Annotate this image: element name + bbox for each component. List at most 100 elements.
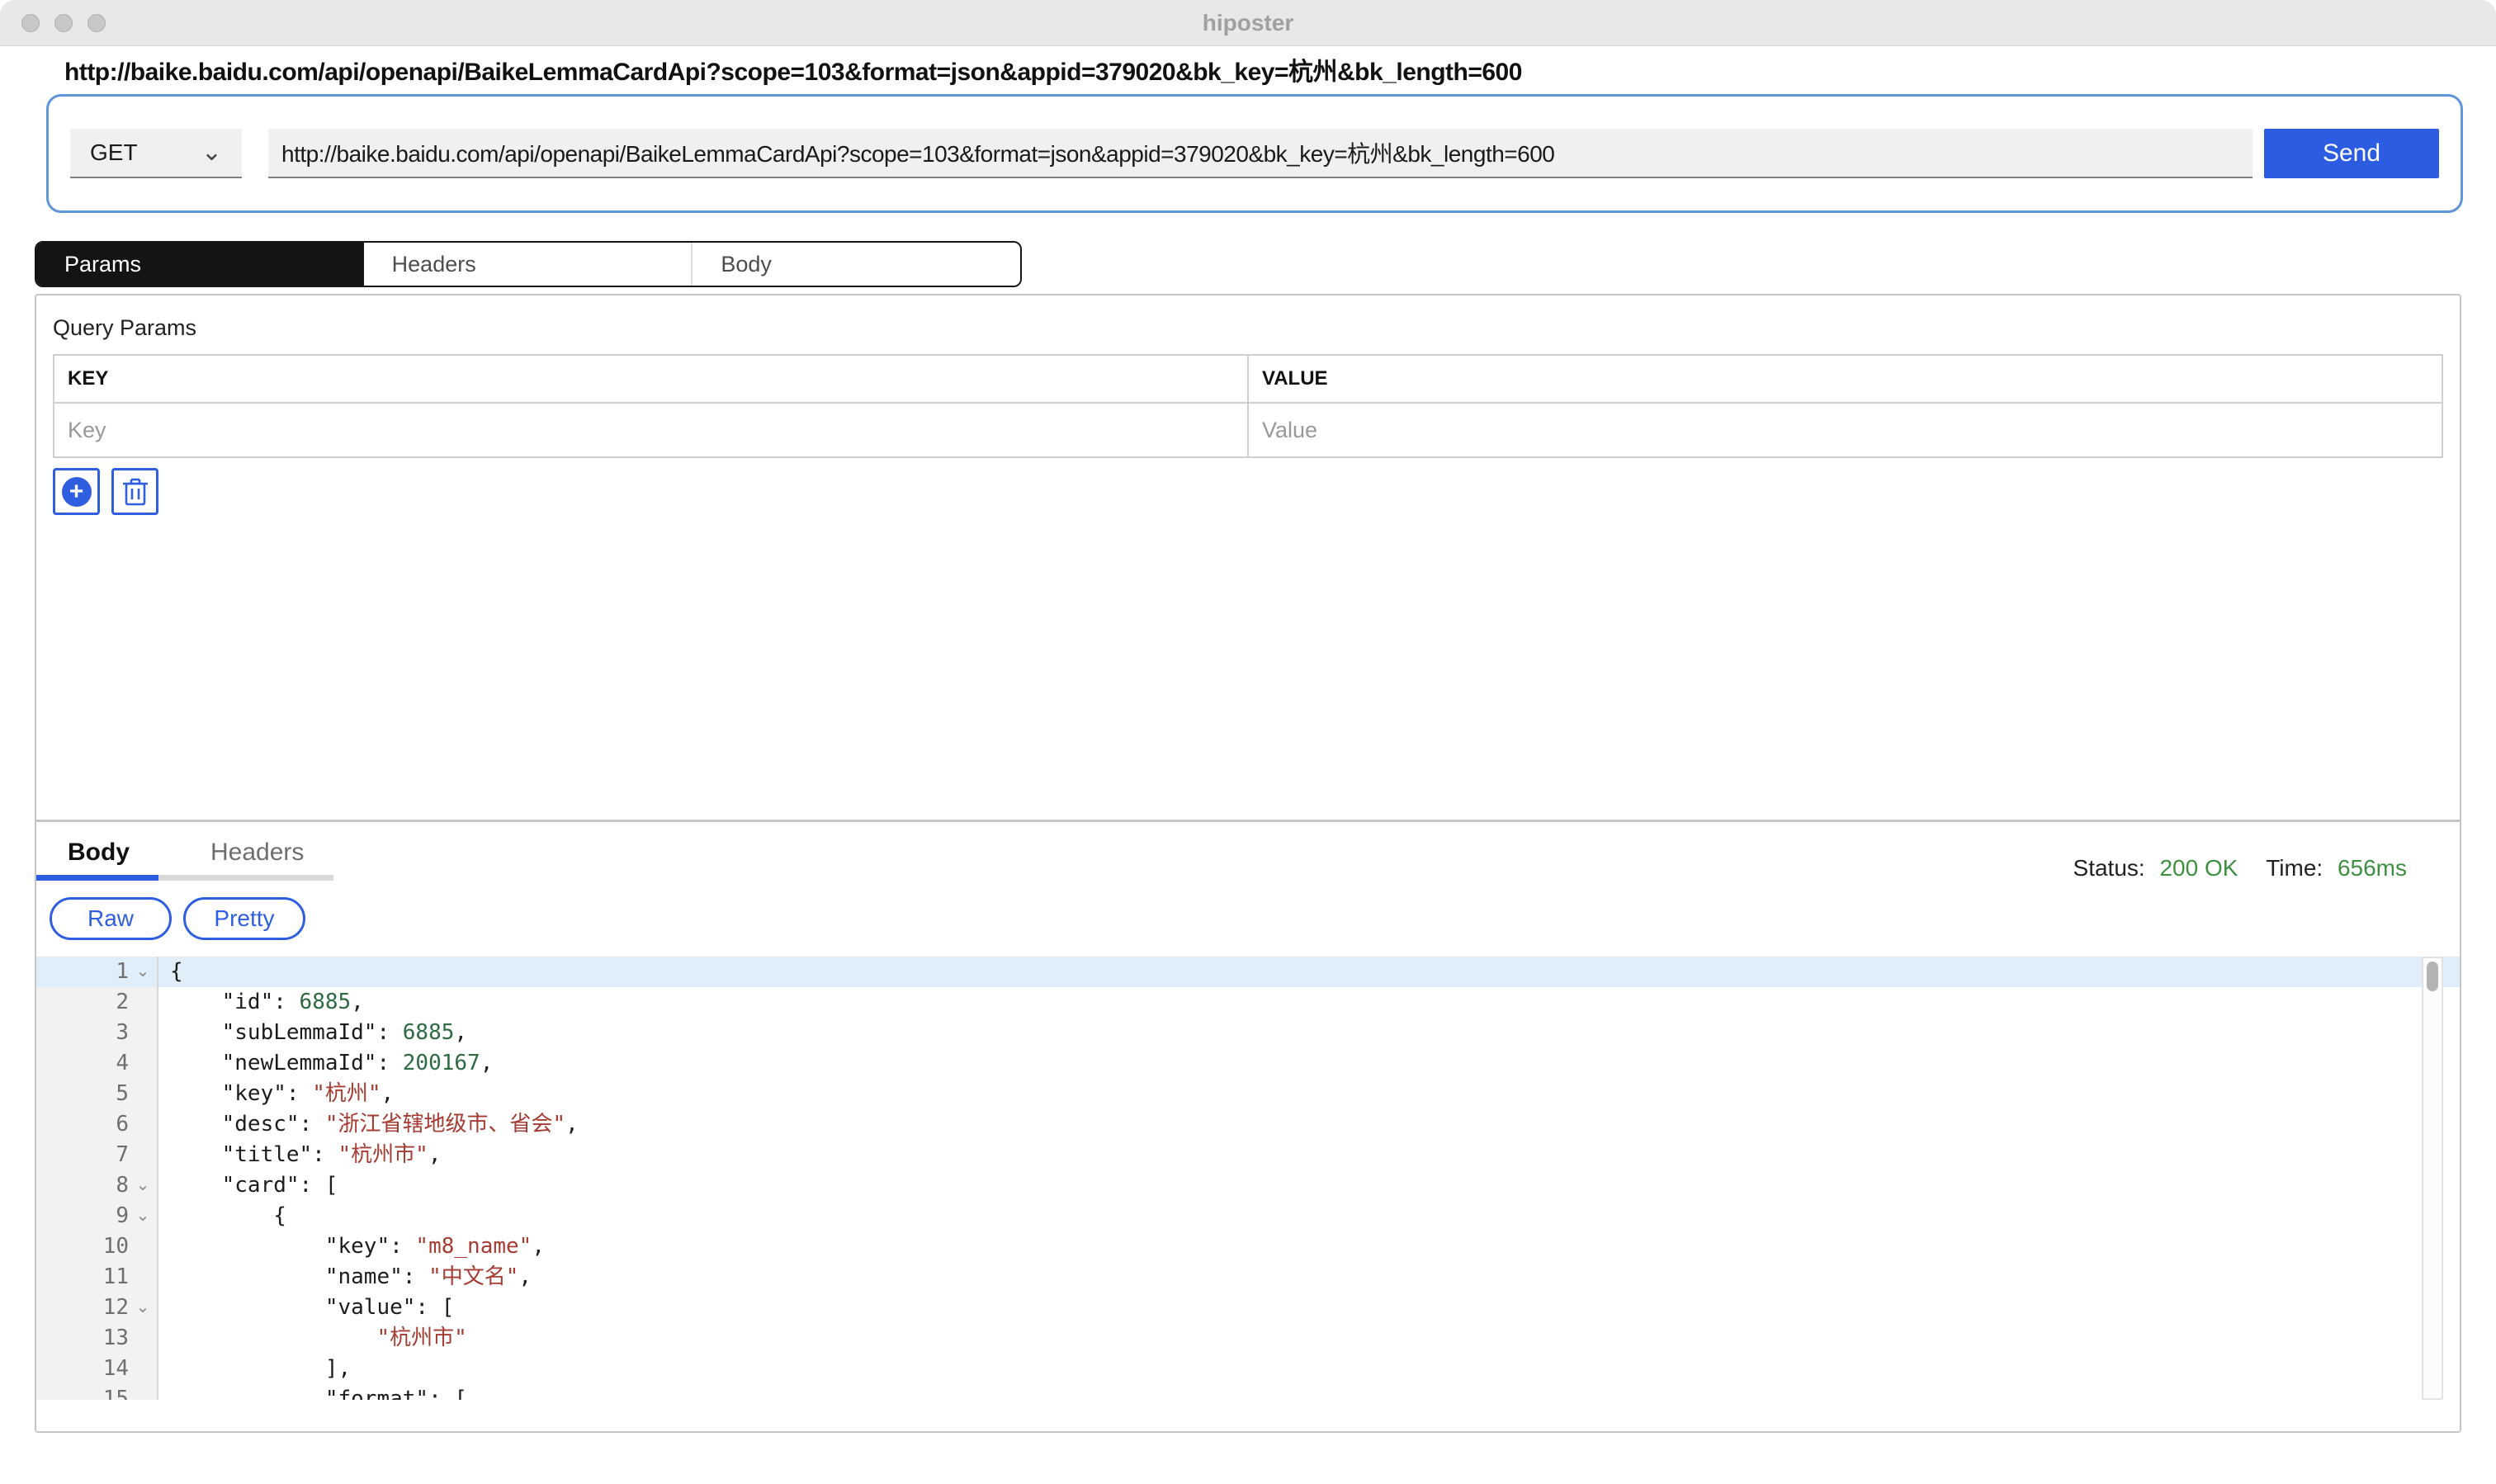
response-view-buttons: Raw Pretty xyxy=(50,897,2460,940)
line-number: 9 xyxy=(116,1201,129,1231)
code-line: 9⌄ { xyxy=(36,1201,2460,1231)
fold-spacer xyxy=(129,987,157,1018)
response-tab-headers[interactable]: Headers xyxy=(210,839,304,867)
line-number: 15 xyxy=(103,1384,129,1400)
line-number-gutter: 14 xyxy=(36,1354,158,1384)
fold-chevron-icon[interactable]: ⌄ xyxy=(129,1293,157,1323)
send-button[interactable]: Send xyxy=(2264,129,2439,178)
url-input[interactable] xyxy=(268,129,2253,178)
line-number-gutter: 10 xyxy=(36,1231,158,1262)
line-number-gutter: 3 xyxy=(36,1018,158,1048)
code-line: 10 "key": "m8_name", xyxy=(36,1231,2460,1262)
code-line-text: "subLemmaId": 6885, xyxy=(158,1018,467,1048)
response-body-viewer: 1⌄{2 "id": 6885,3 "subLemmaId": 6885,4 "… xyxy=(36,957,2460,1400)
line-number-gutter: 12⌄ xyxy=(36,1293,158,1323)
code-line-text: "key": "m8_name", xyxy=(158,1231,545,1262)
code-line: 3 "subLemmaId": 6885, xyxy=(36,1018,2460,1048)
code-line-text: { xyxy=(158,1201,286,1231)
code-line-text: "value": [ xyxy=(158,1293,454,1323)
main-panel: Query Params KEY VALUE + xyxy=(35,294,2461,1433)
pretty-button[interactable]: Pretty xyxy=(183,897,305,940)
line-number: 5 xyxy=(116,1079,129,1109)
raw-button[interactable]: Raw xyxy=(50,897,172,940)
code-line-text: "title": "杭州市", xyxy=(158,1140,441,1170)
response-tab-body[interactable]: Body xyxy=(68,839,130,867)
code-line-text: "desc": "浙江省辖地级市、省会", xyxy=(158,1109,579,1140)
param-actions: + xyxy=(53,468,2443,515)
line-number: 1 xyxy=(116,957,129,987)
line-number-gutter: 8⌄ xyxy=(36,1170,158,1201)
fold-chevron-icon[interactable]: ⌄ xyxy=(129,957,157,987)
tab-headers[interactable]: Headers xyxy=(364,243,692,286)
param-key-input[interactable] xyxy=(58,407,1244,453)
fold-spacer xyxy=(129,1323,157,1354)
line-number: 7 xyxy=(116,1140,129,1170)
request-bar: GET ⌄ Send xyxy=(46,94,2463,213)
add-param-button[interactable]: + xyxy=(53,468,100,515)
trash-icon xyxy=(122,477,149,507)
request-tabs: Params Headers Body xyxy=(35,241,1022,287)
line-number-gutter: 6 xyxy=(36,1109,158,1140)
inactive-tab-indicator xyxy=(158,875,333,881)
code-line: 2 "id": 6885, xyxy=(36,987,2460,1018)
window-title: hiposter xyxy=(0,10,2496,36)
code-line: 4 "newLemmaId": 200167, xyxy=(36,1048,2460,1079)
code-line: 8⌄ "card": [ xyxy=(36,1170,2460,1201)
code-line: 6 "desc": "浙江省辖地级市、省会", xyxy=(36,1109,2460,1140)
scrollbar-thumb[interactable] xyxy=(2427,962,2438,991)
line-number: 14 xyxy=(103,1354,129,1384)
fold-spacer xyxy=(129,1018,157,1048)
titlebar: hiposter xyxy=(0,0,2496,46)
scrollbar[interactable] xyxy=(2422,957,2443,1400)
query-params-table: KEY VALUE xyxy=(53,354,2443,458)
active-tab-indicator xyxy=(36,875,158,881)
code-line-text: "id": 6885, xyxy=(158,987,364,1018)
line-number-gutter: 1⌄ xyxy=(36,957,158,987)
fold-spacer xyxy=(129,1384,157,1400)
tab-params[interactable]: Params xyxy=(36,243,364,286)
line-number: 8 xyxy=(116,1170,129,1201)
code-line: 7 "title": "杭州市", xyxy=(36,1140,2460,1170)
method-label: GET xyxy=(90,139,138,166)
line-number-gutter: 5 xyxy=(36,1079,158,1109)
code-line-text: "newLemmaId": 200167, xyxy=(158,1048,493,1079)
fold-spacer xyxy=(129,1079,157,1109)
line-number-gutter: 4 xyxy=(36,1048,158,1079)
code-line: 1⌄{ xyxy=(36,957,2460,987)
line-number: 2 xyxy=(116,987,129,1018)
code-line: 11 "name": "中文名", xyxy=(36,1262,2460,1293)
line-number-gutter: 15 xyxy=(36,1384,158,1400)
line-number: 3 xyxy=(116,1018,129,1048)
line-number: 10 xyxy=(103,1231,129,1262)
fold-spacer xyxy=(129,1354,157,1384)
table-row xyxy=(54,403,2442,457)
fold-spacer xyxy=(129,1109,157,1140)
line-number: 13 xyxy=(103,1323,129,1354)
fold-spacer xyxy=(129,1231,157,1262)
value-column-header: VALUE xyxy=(1248,355,2442,403)
param-value-input[interactable] xyxy=(1252,407,2438,453)
code-line-text: { xyxy=(158,957,183,987)
delete-param-button[interactable] xyxy=(111,468,158,515)
fold-chevron-icon[interactable]: ⌄ xyxy=(129,1170,157,1201)
fold-spacer xyxy=(129,1140,157,1170)
code-line-text: "杭州市" xyxy=(158,1323,467,1354)
code-line-text: "card": [ xyxy=(158,1170,338,1201)
code-line: 13 "杭州市" xyxy=(36,1323,2460,1354)
fold-chevron-icon[interactable]: ⌄ xyxy=(129,1201,157,1231)
fold-spacer xyxy=(129,1048,157,1079)
key-column-header: KEY xyxy=(54,355,1248,403)
line-number-gutter: 2 xyxy=(36,987,158,1018)
line-number-gutter: 9⌄ xyxy=(36,1201,158,1231)
status-value: 200 OK xyxy=(2159,855,2238,881)
code-line-text: "format": [ xyxy=(158,1384,467,1400)
query-params-title: Query Params xyxy=(53,315,2443,341)
tab-body[interactable]: Body xyxy=(691,243,1020,286)
line-number-gutter: 13 xyxy=(36,1323,158,1354)
code-line-text: "name": "中文名", xyxy=(158,1262,532,1293)
line-number-gutter: 7 xyxy=(36,1140,158,1170)
code-line: 14 ], xyxy=(36,1354,2460,1384)
plus-icon: + xyxy=(62,477,92,507)
line-number-gutter: 11 xyxy=(36,1262,158,1293)
method-select[interactable]: GET ⌄ xyxy=(70,129,242,178)
